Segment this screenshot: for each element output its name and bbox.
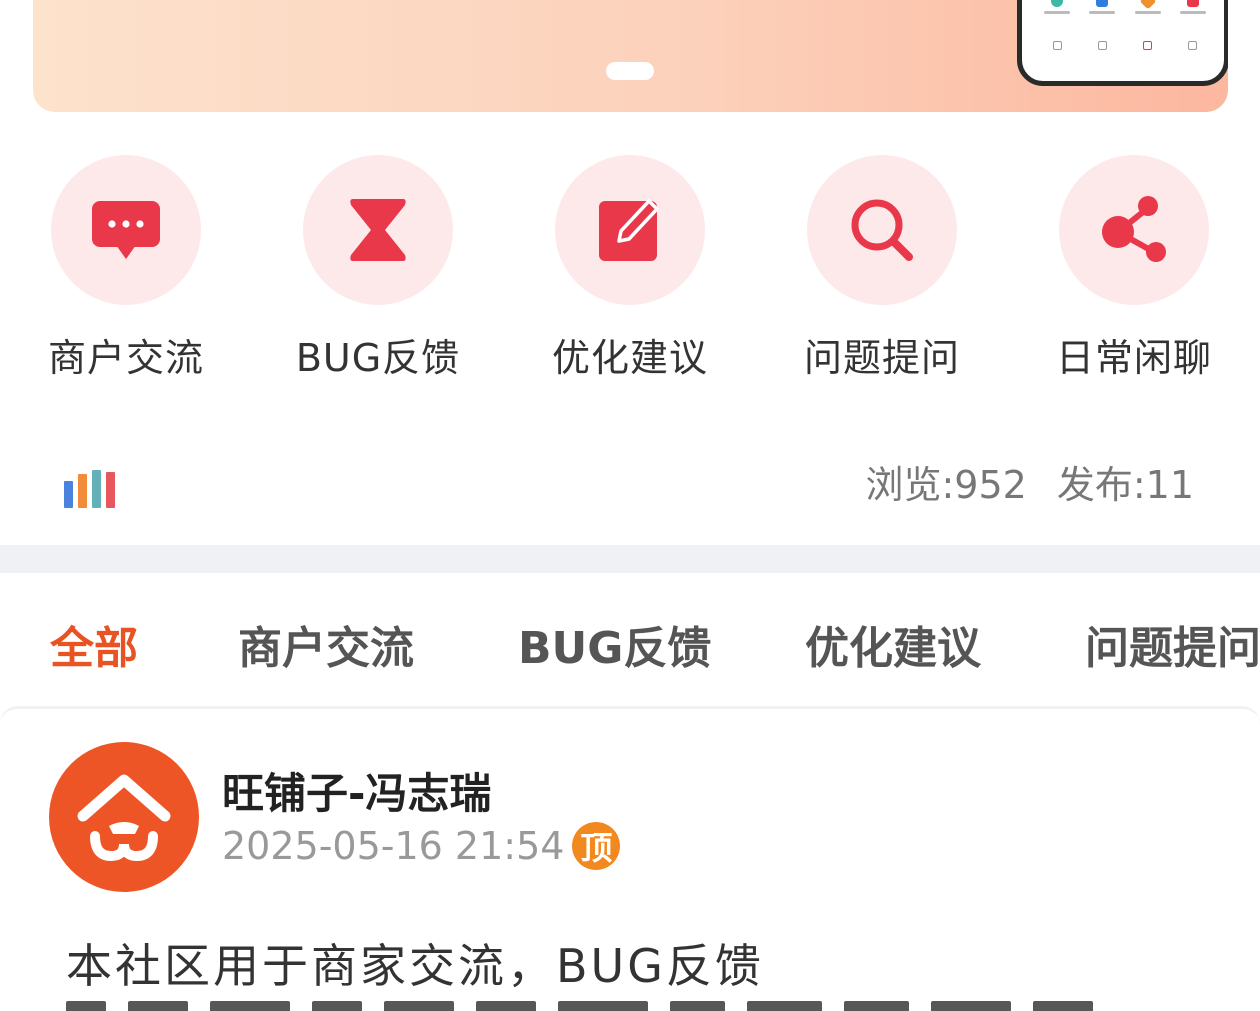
views-label: 浏览:	[865, 463, 955, 507]
category-icon-circle	[555, 155, 705, 305]
edit-icon	[599, 199, 659, 261]
avatar[interactable]	[49, 742, 199, 892]
promo-banner[interactable]	[33, 0, 1228, 112]
category-label: 商户交流	[48, 336, 205, 380]
category-label: 问题提问	[804, 336, 961, 380]
posts-label: 发布:	[1056, 463, 1146, 507]
hourglass-icon	[350, 199, 406, 261]
category-icon-circle	[807, 155, 957, 305]
post-content[interactable]: 本社区用于商家交流，BUG反馈	[66, 930, 764, 996]
post-meta: 2025-05-16 21:54 顶	[222, 822, 621, 870]
category-icon-circle	[303, 155, 453, 305]
chat-bubble-icon	[92, 201, 160, 259]
tab-all[interactable]: 全部	[50, 612, 138, 676]
category-label: BUG反馈	[295, 336, 461, 380]
category-questions[interactable]: 问题提问	[804, 155, 961, 382]
category-daily-chat[interactable]: 日常闲聊	[1056, 155, 1213, 382]
category-label: 优化建议	[552, 336, 709, 380]
category-icon-circle	[51, 155, 201, 305]
category-tabs: 全部 商户交流 BUG反馈 优化建议 问题提问	[0, 612, 1260, 682]
category-icon-circle	[1059, 155, 1209, 305]
category-merchant-chat[interactable]: 商户交流	[48, 155, 205, 382]
share-icon	[1102, 196, 1166, 262]
search-icon	[851, 199, 913, 261]
tab-optimization[interactable]: 优化建议	[805, 612, 981, 676]
banner-page-indicator	[606, 62, 654, 80]
pinned-badge: 顶	[572, 822, 621, 870]
tab-questions[interactable]: 问题提问	[1085, 612, 1260, 676]
views-value: 952	[954, 463, 1027, 507]
dog-logo-icon	[77, 774, 171, 862]
tab-merchant-chat[interactable]: 商户交流	[238, 612, 414, 676]
category-optimization[interactable]: 优化建议	[552, 155, 709, 382]
category-bug-feedback[interactable]: BUG反馈	[296, 155, 459, 382]
section-divider	[0, 545, 1260, 573]
community-stats: 浏览:952 发布:11	[865, 454, 1194, 509]
posts-value: 11	[1145, 463, 1194, 507]
post-content-overflow	[66, 1000, 1186, 1011]
post-author[interactable]: 旺铺子-冯志瑞	[222, 760, 491, 821]
post-time: 2025-05-16 21:54	[222, 824, 565, 868]
category-label: 日常闲聊	[1056, 336, 1213, 380]
phone-mockup-image	[1017, 0, 1228, 86]
tab-bug-feedback[interactable]: BUG反馈	[518, 612, 711, 676]
stats-bars-icon	[64, 470, 115, 508]
